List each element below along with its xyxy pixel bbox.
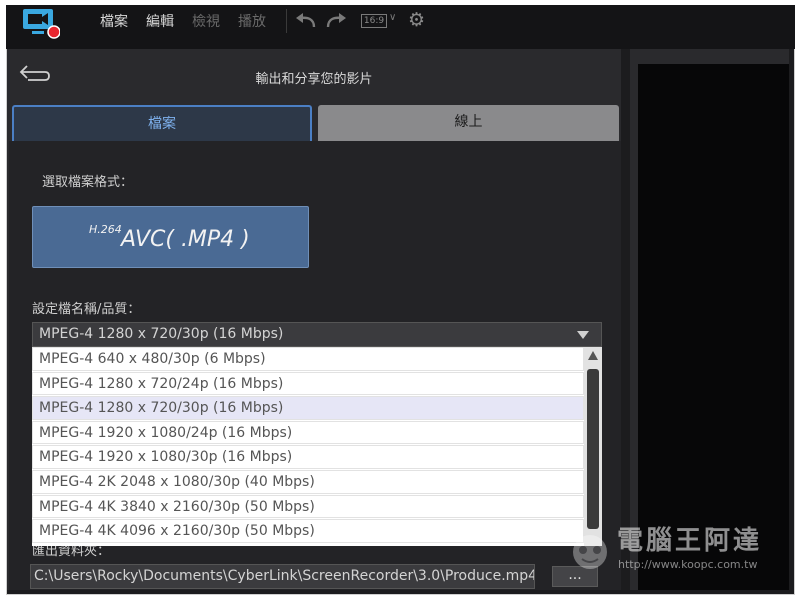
tab-file[interactable]: 檔案 <box>12 105 312 141</box>
menu-file[interactable]: 檔案 <box>100 11 128 31</box>
aspect-ratio-button[interactable]: 16:9 <box>361 14 387 28</box>
quality-dropdown-list: MPEG-4 640 x 480/30p (6 Mbps) MPEG-4 128… <box>32 347 584 546</box>
tab-online[interactable]: 線上 <box>318 105 619 141</box>
output-path-field[interactable]: C:\Users\Rocky\Documents\CyberLink\Scree… <box>30 564 535 589</box>
quality-option[interactable]: MPEG-4 2K 2048 x 1080/30p (40 Mbps) <box>32 469 584 494</box>
preview-screen <box>638 64 789 590</box>
redo-icon[interactable] <box>324 12 348 30</box>
site-watermark: 電腦王阿達 http://www.koopc.com.tw <box>560 520 790 580</box>
dropdown-scrollbar[interactable] <box>584 347 602 546</box>
format-avc-mp4-button[interactable]: H.264 AVC( .MP4 ) <box>32 206 309 268</box>
format-codec-label: H.264 <box>89 223 122 236</box>
scrollbar-thumb[interactable] <box>587 369 599 529</box>
settings-gear-icon[interactable]: ⚙ <box>408 10 425 30</box>
watermark-text: 電腦王阿達 <box>617 526 763 556</box>
quality-option[interactable]: MPEG-4 1920 x 1080/30p (16 Mbps) <box>32 445 584 469</box>
toolbar-divider <box>286 9 287 33</box>
quality-select-value: MPEG-4 1280 x 720/30p (16 Mbps) <box>39 326 284 342</box>
quality-option-selected[interactable]: MPEG-4 1280 x 720/30p (16 Mbps) <box>32 396 584 420</box>
quality-option[interactable]: MPEG-4 640 x 480/30p (6 Mbps) <box>32 347 584 371</box>
chevron-down-icon[interactable]: ∨ <box>389 12 396 23</box>
watermark-url: http://www.koopc.com.tw <box>618 558 758 571</box>
mascot-logo-icon <box>573 535 607 569</box>
menu-view[interactable]: 檢視 <box>192 11 220 31</box>
format-name-label: AVC( .MP4 ) <box>121 227 250 252</box>
quality-option[interactable]: MPEG-4 4K 3840 x 2160/30p (50 Mbps) <box>32 494 584 519</box>
quality-option[interactable]: MPEG-4 1280 x 720/24p (16 Mbps) <box>32 371 584 396</box>
format-label: 選取檔案格式： <box>42 175 134 190</box>
dropdown-arrow-icon[interactable] <box>577 331 589 339</box>
panel-title: 輸出和分享您的影片 <box>255 72 373 87</box>
app-logo-icon <box>23 9 60 39</box>
quality-option[interactable]: MPEG-4 4K 4096 x 2160/30p (50 Mbps) <box>32 519 584 543</box>
quality-label: 設定檔名稱/品質： <box>32 302 141 317</box>
quality-option[interactable]: MPEG-4 1920 x 1080/24p (16 Mbps) <box>32 420 584 445</box>
scroll-up-arrow-icon[interactable] <box>588 351 598 360</box>
quality-select[interactable]: MPEG-4 1280 x 720/30p (16 Mbps) <box>32 322 602 347</box>
menu-edit[interactable]: 編輯 <box>146 11 174 31</box>
menu-play[interactable]: 播放 <box>238 11 266 31</box>
undo-icon[interactable] <box>294 12 318 30</box>
